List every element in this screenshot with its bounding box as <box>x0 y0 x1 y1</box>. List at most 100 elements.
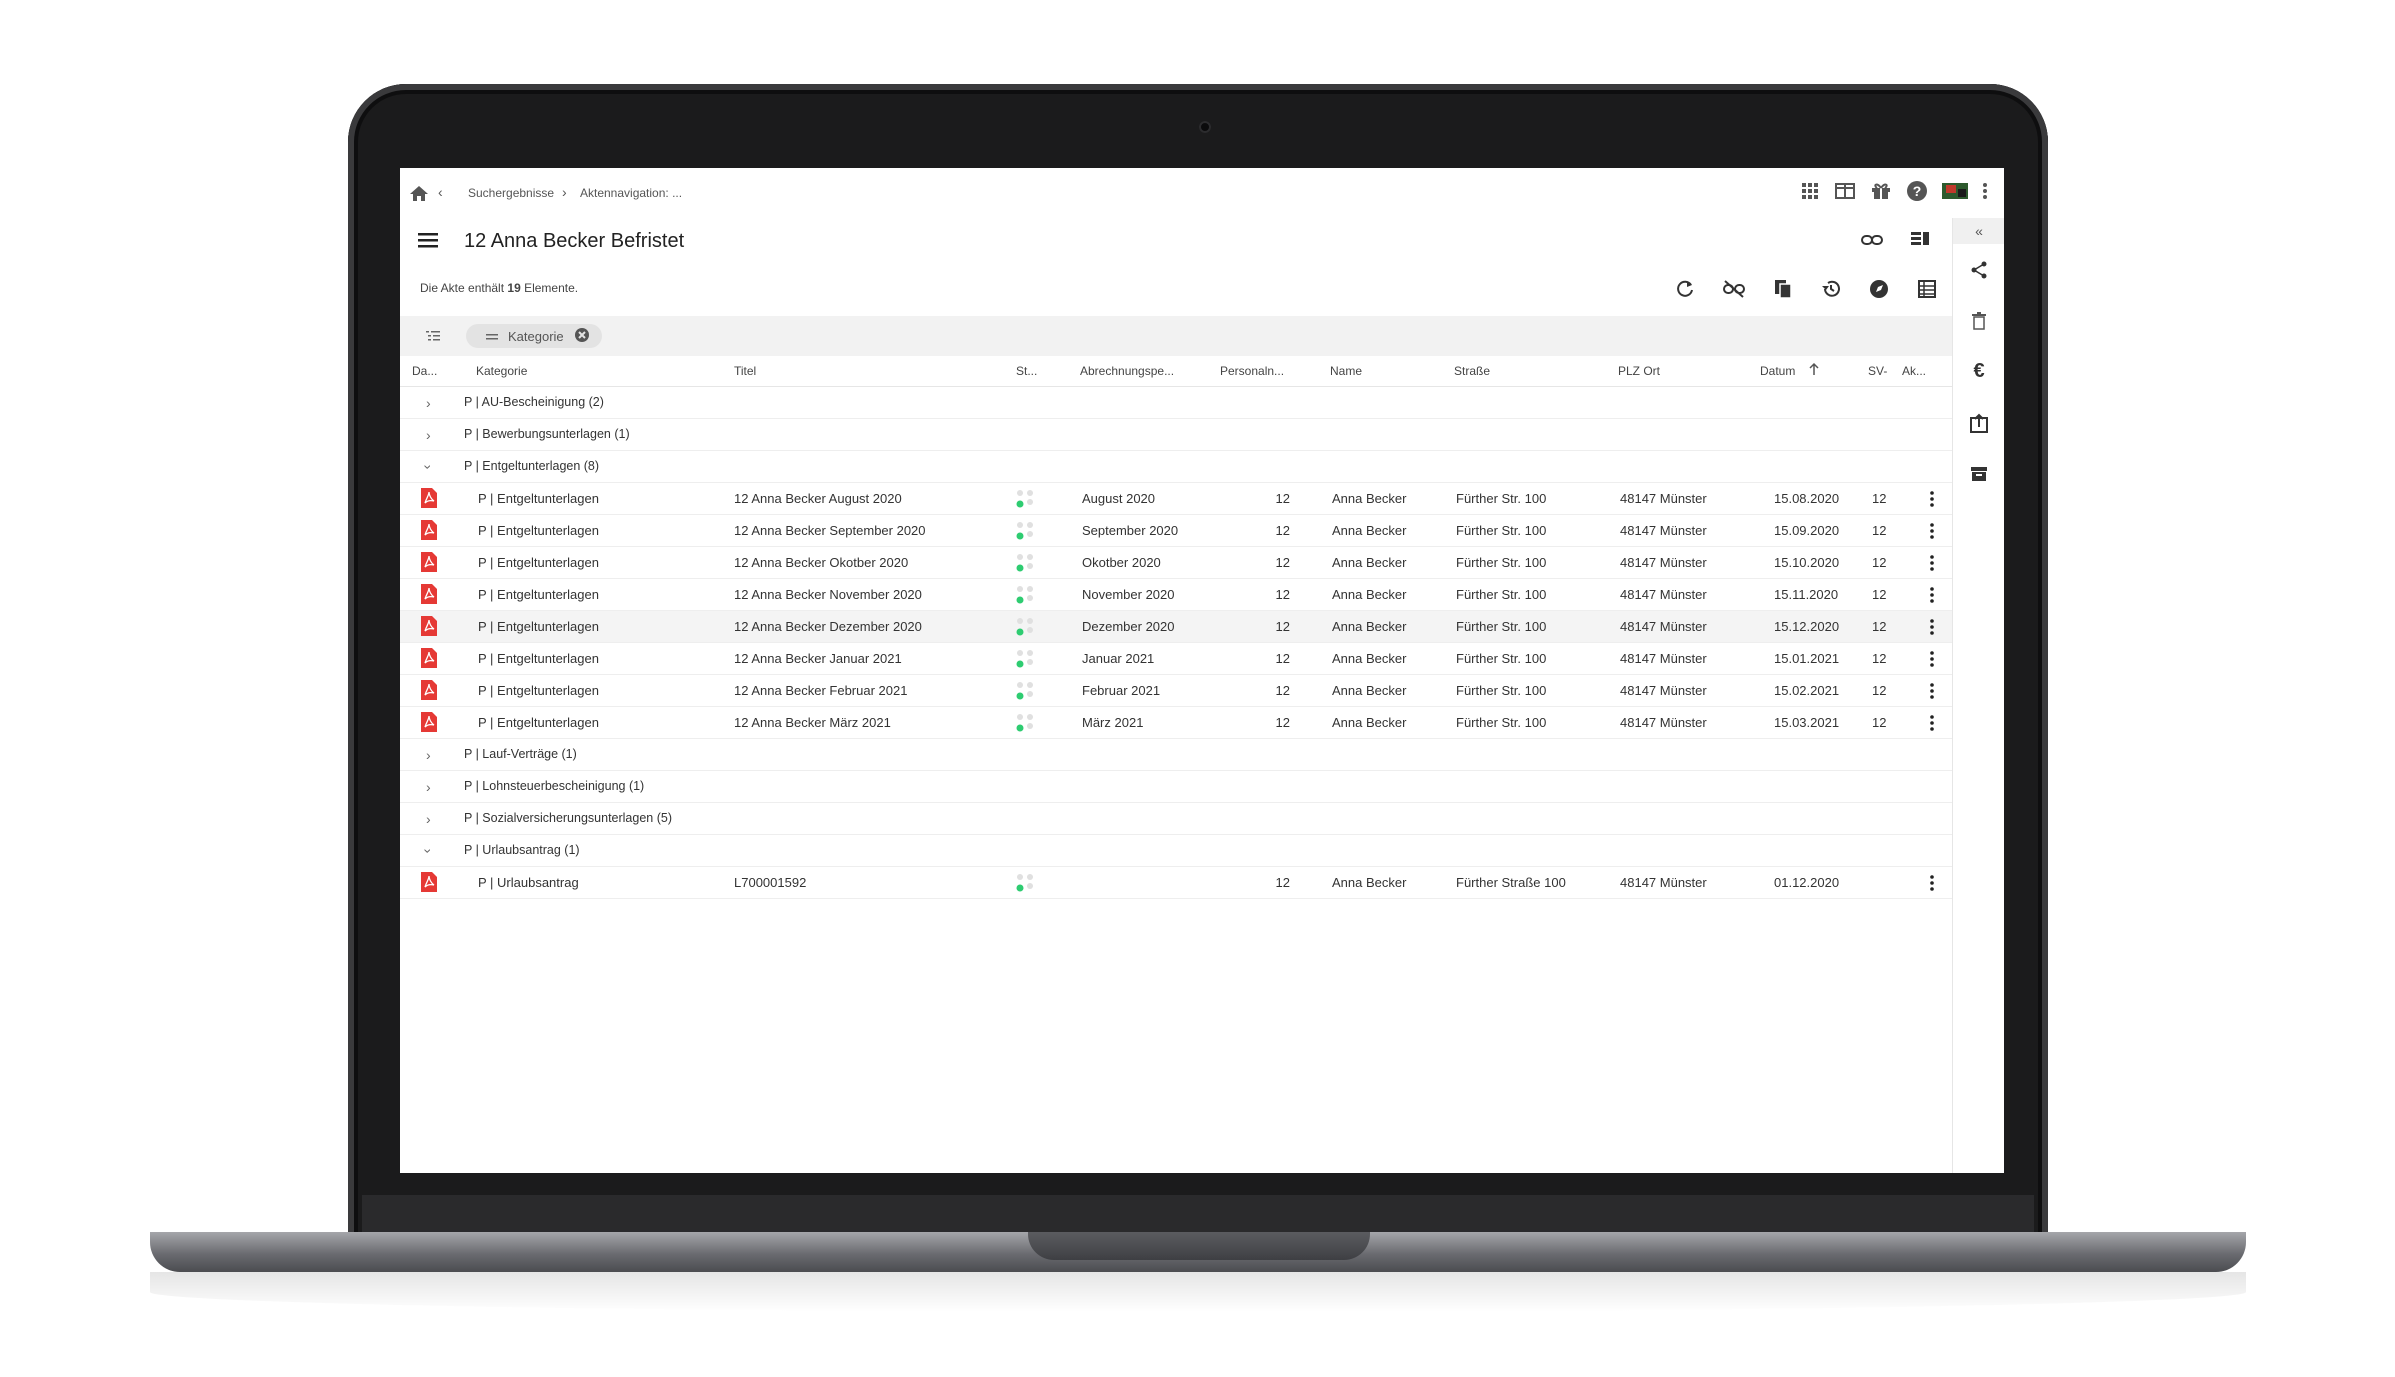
breadcrumb-item[interactable]: Suchergebnisse <box>468 186 554 200</box>
cell-datum: 15.02.2021 <box>1774 683 1840 698</box>
home-icon[interactable] <box>408 182 430 204</box>
cell-strasse: Fürther Str. 100 <box>1456 683 1547 698</box>
column-header[interactable]: SV- <box>1868 364 1887 378</box>
sort-asc-icon[interactable] <box>1808 362 1820 379</box>
apps-grid-icon[interactable] <box>1800 181 1820 206</box>
archive-icon[interactable] <box>1953 448 2004 499</box>
group-label: P | Sozialversicherungsunterlagen (5) <box>464 811 672 825</box>
share-icon[interactable] <box>1953 244 2004 295</box>
column-header[interactable]: Personaln... <box>1220 364 1284 378</box>
cell-titel: 12 Anna Becker März 2021 <box>734 715 891 730</box>
table-row[interactable]: P | Entgeltunterlagen 12 Anna Becker Sept… <box>400 515 1952 547</box>
row-menu-icon[interactable] <box>1930 554 1934 572</box>
filter-bar: Kategorie <box>400 316 1952 356</box>
menu-icon[interactable] <box>418 232 438 248</box>
table-view-icon[interactable] <box>1916 278 1938 305</box>
column-header[interactable]: Abrechnungspe... <box>1080 364 1174 378</box>
group-row[interactable]: › P | Lauf-Verträge (1) <box>400 739 1952 771</box>
table-row[interactable]: P | Entgeltunterlagen 12 Anna Becker Deze… <box>400 611 1952 643</box>
compass-icon[interactable] <box>1868 278 1890 305</box>
row-menu-icon[interactable] <box>1930 714 1934 732</box>
filter-chip-label: Kategorie <box>508 328 564 344</box>
unlink-icon[interactable] <box>1722 278 1746 305</box>
table-row[interactable]: P | Urlaubsantrag L700001592 12 Anna Becker… <box>400 867 1952 899</box>
row-menu-icon[interactable] <box>1930 586 1934 604</box>
cell-abrechnung: Dezember 2020 <box>1082 619 1175 634</box>
chevron-right-icon[interactable]: › <box>426 395 431 411</box>
pdf-file-icon <box>421 488 437 508</box>
cell-datum: 15.03.2021 <box>1774 715 1840 730</box>
column-header[interactable]: Ak... <box>1902 364 1926 378</box>
column-header[interactable]: Name <box>1330 364 1362 378</box>
chevron-right-icon[interactable]: › <box>426 779 431 795</box>
cell-plz-ort: 48147 Münster <box>1620 555 1707 570</box>
delete-icon[interactable] <box>1953 295 2004 346</box>
cell-strasse: Fürther Straße 100 <box>1456 875 1566 890</box>
chevron-right-icon[interactable]: › <box>426 747 431 763</box>
breadcrumb-item[interactable]: Aktennavigation: ... <box>580 186 682 200</box>
column-header[interactable]: Datum <box>1760 364 1795 378</box>
history-icon[interactable] <box>1820 278 1842 305</box>
table-row[interactable]: P | Entgeltunterlagen 12 Anna Becker Janu… <box>400 643 1952 675</box>
row-menu-icon[interactable] <box>1930 682 1934 700</box>
group-by-icon[interactable] <box>426 329 440 347</box>
chevron-down-icon[interactable]: › <box>420 465 436 470</box>
link-icon[interactable] <box>1860 232 1884 253</box>
cell-kategorie: P | Entgeltunterlagen <box>478 491 599 506</box>
euro-icon[interactable]: € <box>1953 346 2004 397</box>
export-icon[interactable] <box>1953 397 2004 448</box>
cell-datum: 15.01.2021 <box>1774 651 1840 666</box>
laptop-bezel <box>362 1195 2034 1233</box>
chip-close-icon[interactable] <box>574 327 590 346</box>
table-row[interactable]: P | Entgeltunterlagen 12 Anna Becker Febr… <box>400 675 1952 707</box>
cell-name: Anna Becker <box>1332 715 1407 730</box>
back-chevron-icon[interactable]: ‹ <box>438 184 443 200</box>
group-row[interactable]: › P | AU-Bescheinigung (2) <box>400 387 1952 419</box>
table-row[interactable]: P | Entgeltunterlagen 12 Anna Becker Augu… <box>400 483 1952 515</box>
column-header[interactable]: St... <box>1016 364 1037 378</box>
table-row[interactable]: P | Entgeltunterlagen 12 Anna Becker März… <box>400 707 1952 739</box>
documents-icon[interactable] <box>1772 278 1794 305</box>
group-row[interactable]: › P | Sozialversicherungsunterlagen (5) <box>400 803 1952 835</box>
more-vert-icon[interactable] <box>1982 181 1988 206</box>
cell-kategorie: P | Entgeltunterlagen <box>478 651 599 666</box>
group-row[interactable]: › P | Lohnsteuerbescheinigung (1) <box>400 771 1952 803</box>
filter-chip[interactable]: Kategorie <box>466 324 602 348</box>
group-row[interactable]: › P | Urlaubsantrag (1) <box>400 835 1952 867</box>
chevron-right-icon[interactable]: › <box>426 811 431 827</box>
cell-datum: 15.08.2020 <box>1774 491 1840 506</box>
cell-titel: 12 Anna Becker September 2020 <box>734 523 926 538</box>
row-menu-icon[interactable] <box>1930 618 1934 636</box>
help-icon[interactable]: ? <box>1906 180 1928 207</box>
row-menu-icon[interactable] <box>1930 490 1934 508</box>
laptop-shadow <box>150 1272 2246 1312</box>
column-header[interactable]: Kategorie <box>476 364 527 378</box>
top-icons: ? <box>1800 168 2004 218</box>
chevron-down-icon[interactable]: › <box>420 849 436 854</box>
column-header[interactable]: Da... <box>412 364 437 378</box>
refresh-icon[interactable] <box>1674 278 1696 305</box>
collapse-panel-button[interactable]: « <box>1953 218 2004 244</box>
gift-icon[interactable] <box>1870 181 1892 206</box>
split-view-icon[interactable] <box>1834 181 1856 206</box>
column-header[interactable]: Titel <box>734 364 756 378</box>
column-header[interactable]: Straße <box>1454 364 1490 378</box>
group-row[interactable]: › P | Bewerbungsunterlagen (1) <box>400 419 1952 451</box>
row-menu-icon[interactable] <box>1930 522 1934 540</box>
row-menu-icon[interactable] <box>1930 650 1934 668</box>
cell-name: Anna Becker <box>1332 555 1407 570</box>
cell-sv: 12 <box>1872 619 1886 634</box>
summary-count: 19 <box>507 281 521 295</box>
avatar[interactable] <box>1942 181 1968 206</box>
group-row[interactable]: › P | Entgeltunterlagen (8) <box>400 451 1952 483</box>
table-row[interactable]: P | Entgeltunterlagen 12 Anna Becker Okot… <box>400 547 1952 579</box>
view-toggle-icon[interactable] <box>1910 230 1930 253</box>
chevron-right-icon[interactable]: › <box>426 427 431 443</box>
summary-suffix: Elemente. <box>520 281 579 295</box>
cell-name: Anna Becker <box>1332 619 1407 634</box>
table-row[interactable]: P | Entgeltunterlagen 12 Anna Becker Nove… <box>400 579 1952 611</box>
cell-abrechnung: September 2020 <box>1082 523 1179 538</box>
svg-text:?: ? <box>1913 183 1922 199</box>
column-header[interactable]: PLZ Ort <box>1618 364 1660 378</box>
row-menu-icon[interactable] <box>1930 874 1934 892</box>
